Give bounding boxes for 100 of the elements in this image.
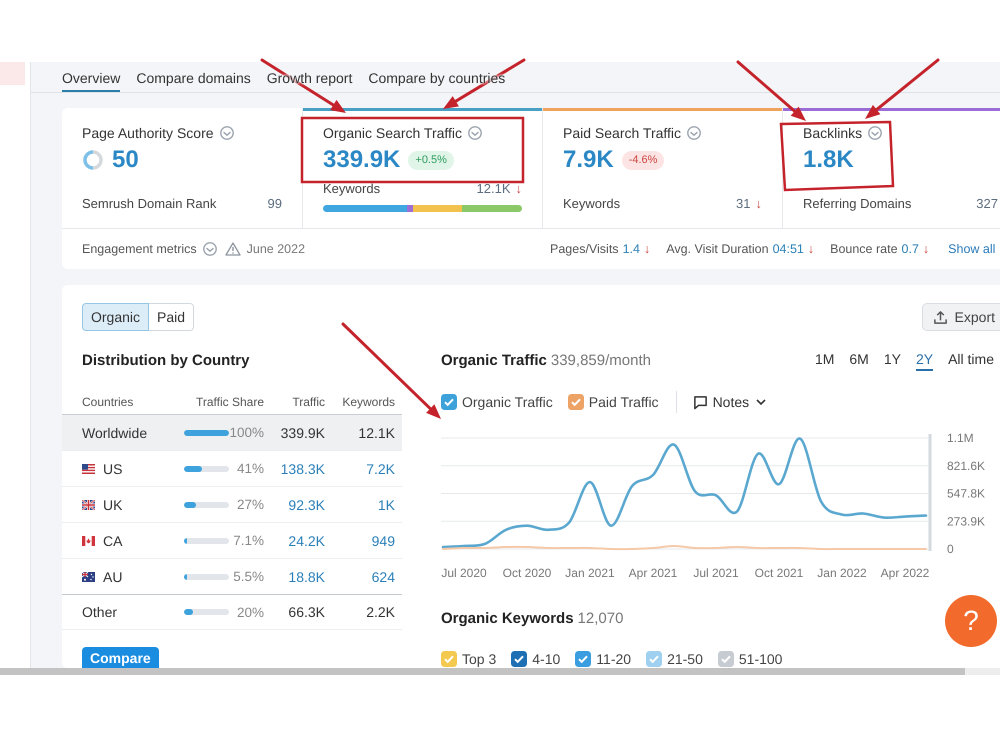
chevron-circle-icon[interactable] xyxy=(687,126,702,140)
traffic-link[interactable]: 24.2K xyxy=(288,532,325,548)
notes-dropdown[interactable]: Notes xyxy=(692,394,766,410)
share-percent: 7.1% xyxy=(233,533,264,548)
metric-value[interactable]: 50 xyxy=(112,146,139,174)
country-name: Worldwide xyxy=(82,424,148,440)
axis-label: 821.6K xyxy=(947,458,986,473)
metric-value[interactable]: 339.9K xyxy=(323,146,400,174)
compare-button[interactable]: Compare xyxy=(82,647,159,668)
range-tab[interactable]: 1Y xyxy=(884,351,901,371)
chart-total: 339,859/month xyxy=(550,352,651,369)
range-tab[interactable]: 2Y xyxy=(916,351,934,371)
change-badge: +0.5% xyxy=(408,150,454,170)
checkbox[interactable] xyxy=(568,394,584,410)
metric-sub-value[interactable]: 31 xyxy=(736,196,750,211)
trend-arrow: ↓ xyxy=(756,196,762,211)
show-all-link[interactable]: Show all xyxy=(948,242,996,256)
annotation-arrow xyxy=(736,60,806,121)
share-percent: 27% xyxy=(236,497,264,512)
column-header: Traffic xyxy=(292,394,325,408)
axis-label: Oct 2021 xyxy=(754,566,804,580)
range-tab[interactable]: 6M xyxy=(849,351,869,371)
metric-sub-label: Referring Domains xyxy=(803,196,912,212)
metric-sub-label: Keywords xyxy=(323,181,380,197)
checkbox[interactable] xyxy=(646,651,662,667)
metric-sub-value[interactable]: 327 xyxy=(976,196,998,211)
date-label: June 2022 xyxy=(246,242,306,256)
metric-title: Organic Search Traffic xyxy=(323,125,462,141)
chart-title: Organic Keywords xyxy=(441,610,574,626)
chevron-circle-icon[interactable] xyxy=(468,126,482,140)
checkbox[interactable] xyxy=(511,651,528,667)
country-name: AU xyxy=(103,568,122,584)
chevron-circle-icon[interactable] xyxy=(220,126,234,140)
column-header: Traffic Share xyxy=(196,394,264,408)
table-row[interactable]: US 41% 138.3K 7.2K xyxy=(62,451,402,487)
trend-arrow: ↓ xyxy=(808,242,814,256)
comment-icon xyxy=(692,394,708,410)
uk-flag-icon xyxy=(82,500,95,510)
table-row[interactable]: Other 20% 66.3K 2.2K xyxy=(62,594,402,630)
traffic-link[interactable]: 92.3K xyxy=(288,496,325,512)
traffic-link[interactable]: 138.3K xyxy=(280,460,325,476)
change-badge: -4.6% xyxy=(622,150,664,170)
traffic-value: 339.9K xyxy=(280,424,325,440)
checkbox[interactable] xyxy=(441,394,457,410)
chevron-circle-icon[interactable] xyxy=(202,242,217,256)
section-title: Distribution by Country xyxy=(82,352,250,370)
metric-title: Paid Search Traffic xyxy=(563,125,682,141)
keywords-link[interactable]: 1K xyxy=(378,496,395,512)
column-header: Keywords xyxy=(342,394,395,408)
metric-value[interactable]: 1.8K xyxy=(803,146,854,174)
traffic-link[interactable]: 18.8K xyxy=(288,568,325,584)
share-percent: 100% xyxy=(229,425,264,440)
keywords-link[interactable]: 7.2K xyxy=(366,460,395,476)
legend-label: Organic Traffic xyxy=(462,394,553,410)
chart-title: Organic Traffic xyxy=(441,352,547,369)
us-flag-icon xyxy=(82,464,95,474)
chevron-circle-icon[interactable] xyxy=(868,126,882,140)
range-tab[interactable]: 1M xyxy=(814,351,834,371)
traffic-value: 66.3K xyxy=(288,604,325,620)
country-name: UK xyxy=(103,496,122,512)
column-header: Countries xyxy=(82,394,134,408)
legend-label: Top 3 xyxy=(462,651,496,667)
australia-flag-icon xyxy=(82,572,95,582)
segment-button[interactable]: Paid xyxy=(149,303,194,331)
axis-label: 0 xyxy=(947,542,954,556)
keywords-value: 2.2K xyxy=(366,604,395,620)
axis-label: Jul 2020 xyxy=(441,566,487,580)
legend-label: 4-10 xyxy=(532,651,560,667)
axis-label: Apr 2021 xyxy=(628,566,678,580)
checkbox[interactable] xyxy=(575,651,592,667)
tab[interactable]: Compare domains xyxy=(136,62,251,92)
axis-label: Jan 2022 xyxy=(817,566,867,580)
trend-arrow: ↓ xyxy=(922,242,930,256)
table-row[interactable]: AU 5.5% 18.8K 624 xyxy=(62,559,402,595)
axis-label: Oct 2020 xyxy=(502,566,552,580)
stat-label: Pages/Visits xyxy=(550,242,619,256)
metric-sub-label: Keywords xyxy=(563,196,620,212)
table-row[interactable]: Worldwide 100% 339.9K 12.1K xyxy=(62,415,402,451)
range-tab[interactable]: All time xyxy=(948,351,994,371)
export-button[interactable]: Export xyxy=(922,303,1000,331)
stat-label: Bounce rate xyxy=(830,242,898,256)
metric-sub-value[interactable]: 99 xyxy=(268,196,282,211)
table-row[interactable]: CA 7.1% 24.2K 949 xyxy=(62,523,402,559)
canada-flag-icon xyxy=(82,536,95,546)
axis-label: 547.8K xyxy=(947,486,986,500)
keywords-link[interactable]: 624 xyxy=(372,568,395,584)
country-name: US xyxy=(103,460,122,476)
metric-value[interactable]: 7.9K xyxy=(563,146,614,174)
segment-button[interactable]: Organic xyxy=(82,303,150,331)
tab[interactable]: Overview xyxy=(62,62,120,92)
table-row[interactable]: UK 27% 92.3K 1K xyxy=(62,487,402,523)
axis-label: 1.1M xyxy=(947,431,974,445)
metric-sub-value[interactable]: 12.1K xyxy=(476,181,510,196)
warning-icon xyxy=(224,242,241,256)
keywords-link[interactable]: 949 xyxy=(372,532,395,548)
metric-title: Backlinks xyxy=(803,125,862,141)
axis-label: 273.9K xyxy=(947,514,986,528)
legend-label: 11-20 xyxy=(596,651,632,667)
chevron-down-icon xyxy=(756,399,766,405)
score-ring-icon xyxy=(82,149,104,171)
